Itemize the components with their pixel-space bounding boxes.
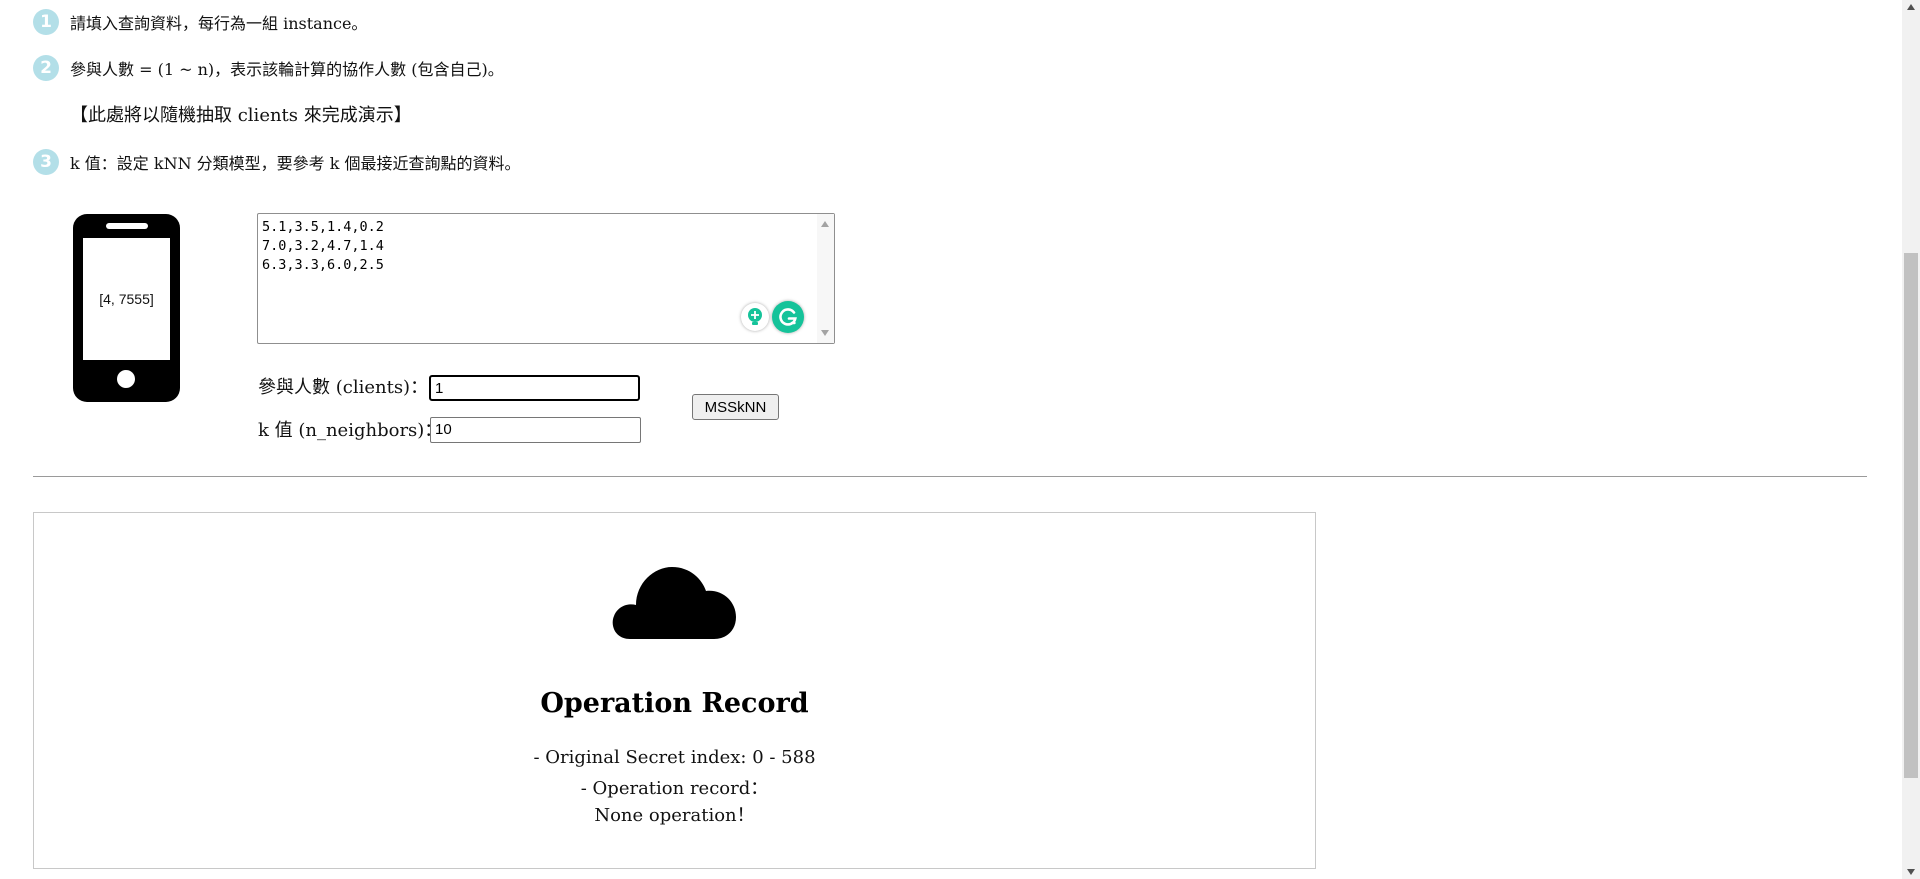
operation-status-text: None operation！ <box>594 805 755 826</box>
scroll-up-arrow-icon[interactable] <box>821 221 829 227</box>
secret-index-text: - Original Secret index: 0 - 588 <box>533 747 816 768</box>
phone-speaker <box>106 223 148 229</box>
operation-record-label: - Operation record： <box>580 778 769 799</box>
step-2: 2 參與人數 = (1 ~ n)，表示該輪計算的協作人數 (包含自己)。 <box>33 54 933 82</box>
phone-screen: [4, 7555] <box>83 238 170 360</box>
step-1-badge: 1 <box>33 9 59 35</box>
scroll-down-arrow-icon[interactable] <box>821 330 829 336</box>
grammarly-icon[interactable] <box>772 301 804 333</box>
operation-record-title: Operation Record <box>540 688 809 719</box>
step-1: 1 請填入查詢資料，每行為一組 instance。 <box>33 8 833 36</box>
page-scroll-down-icon[interactable] <box>1907 869 1915 875</box>
neighbors-row: k 值 (n_neighbors)： <box>258 416 442 442</box>
page-scrollbar[interactable] <box>1902 0 1920 879</box>
clients-label: 參與人數 (clients)： <box>258 377 429 398</box>
operation-record-panel: Operation Record - Original Secret index… <box>33 512 1316 869</box>
query-textarea-content[interactable]: 5.1,3.5,1.4,0.2 7.0,3.2,4.7,1.4 6.3,3.3,… <box>262 218 384 275</box>
grammarly-suggestion-icon[interactable] <box>741 303 769 331</box>
phone-screen-text: [4, 7555] <box>99 291 154 307</box>
textarea-scrollbar[interactable] <box>817 214 834 343</box>
page-scroll-thumb[interactable] <box>1904 253 1918 778</box>
clients-input[interactable]: 1 <box>429 375 640 401</box>
neighbors-label: k 值 (n_neighbors)： <box>258 420 443 441</box>
step-3-text: k 值：設定 kNN 分類模型，要參考 k 個最接近查詢點的資料。 <box>70 154 521 173</box>
step-1-text: 請填入查詢資料，每行為一組 instance。 <box>70 14 368 33</box>
neighbors-input[interactable]: 10 <box>430 417 641 443</box>
query-textarea[interactable]: 5.1,3.5,1.4,0.2 7.0,3.2,4.7,1.4 6.3,3.3,… <box>257 213 835 344</box>
step-3: 3 k 值：設定 kNN 分類模型，要參考 k 個最接近查詢點的資料。 <box>33 148 933 176</box>
cloud-icon <box>612 567 736 639</box>
demo-note: 【此處將以隨機抽取 clients 來完成演示】 <box>70 105 412 126</box>
phone-home-button <box>117 370 135 388</box>
section-divider <box>33 476 1867 477</box>
step-3-badge: 3 <box>33 149 59 175</box>
clients-row: 參與人數 (clients)： <box>258 373 428 399</box>
step-2-text: 參與人數 = (1 ~ n)，表示該輪計算的協作人數 (包含自己)。 <box>70 60 504 79</box>
page-scroll-up-icon[interactable] <box>1907 4 1915 10</box>
msskNN-button[interactable]: MSSkNN <box>692 394 779 420</box>
step-2-badge: 2 <box>33 55 59 81</box>
phone-icon: [4, 7555] <box>73 214 180 402</box>
